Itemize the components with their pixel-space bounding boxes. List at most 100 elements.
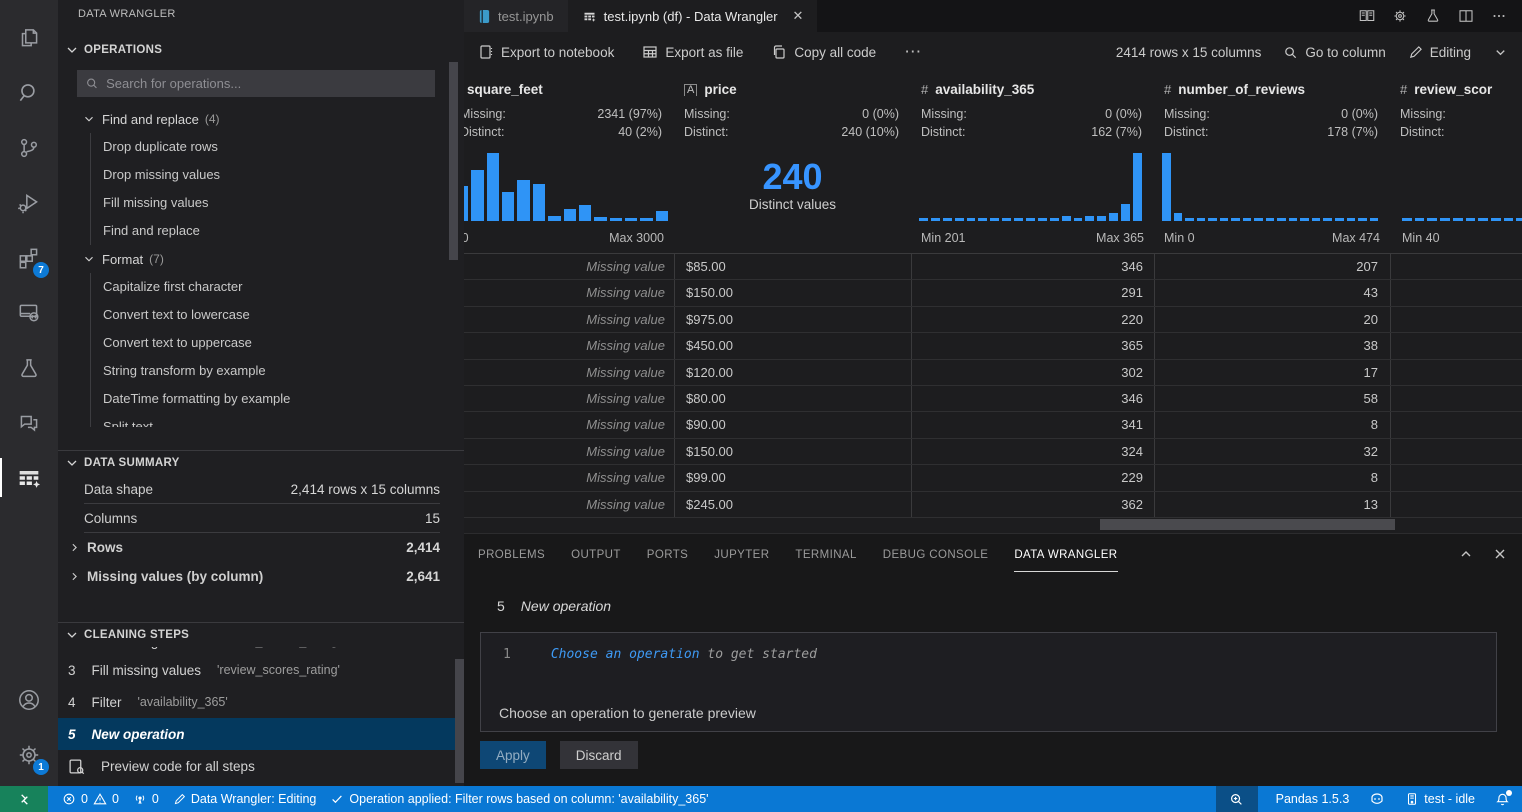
- testing-beaker-icon[interactable]: [0, 340, 58, 395]
- grid-cell[interactable]: [1390, 333, 1522, 358]
- copy-all-code-button[interactable]: Copy all code: [771, 44, 876, 60]
- tab-test-ipynb[interactable]: test.ipynb: [464, 0, 568, 32]
- remote-explorer-icon[interactable]: [0, 285, 58, 340]
- grid-cell[interactable]: $975.00: [674, 307, 911, 332]
- grid-cell[interactable]: 302: [911, 360, 1154, 385]
- histogram-square-feet[interactable]: [464, 153, 668, 221]
- cleaning-steps-header[interactable]: CLEANING STEPS: [58, 623, 464, 647]
- split-editor-icon[interactable]: [1457, 7, 1475, 25]
- zoom-indicator[interactable]: [1216, 786, 1258, 812]
- histogram-number-of-reviews[interactable]: [1162, 153, 1378, 221]
- account-icon[interactable]: [0, 672, 58, 727]
- operations-search[interactable]: [77, 70, 435, 97]
- grid-cell[interactable]: $150.00: [674, 439, 911, 464]
- data-wrangler-icon[interactable]: [0, 450, 58, 505]
- grid-cell[interactable]: 38: [1154, 333, 1390, 358]
- preview-code-button[interactable]: Preview code for all steps: [58, 750, 464, 782]
- grid-cell[interactable]: 8: [1154, 465, 1390, 490]
- grid-cell[interactable]: Missing value: [464, 254, 674, 279]
- sidebar-scrollbar[interactable]: [449, 62, 458, 260]
- run-debug-icon[interactable]: [0, 175, 58, 230]
- copilot-status[interactable]: [1369, 791, 1385, 807]
- column-header-number-of-reviews[interactable]: #number_of_reviews Missing:0 (0%) Distin…: [1154, 72, 1390, 253]
- pandas-version-status[interactable]: Pandas 1.5.3: [1276, 792, 1350, 806]
- grid-cell[interactable]: 43: [1154, 280, 1390, 305]
- horizontal-scrollbar[interactable]: [1100, 519, 1395, 530]
- grid-cell[interactable]: $90.00: [674, 412, 911, 437]
- grid-cell[interactable]: 13: [1154, 492, 1390, 517]
- cleaning-step-3[interactable]: 3 Fill missing values 'review_scores_rat…: [58, 654, 464, 686]
- operations-header[interactable]: OPERATIONS: [58, 38, 464, 62]
- grid-cell[interactable]: Missing value: [464, 280, 674, 305]
- operation-item[interactable]: String transform by example: [58, 357, 464, 385]
- choose-operation-link[interactable]: Choose an operation: [551, 647, 700, 662]
- grid-cell[interactable]: Missing value: [464, 333, 674, 358]
- cleaning-step-5-selected[interactable]: 5 New operation: [58, 718, 464, 750]
- kernel-status[interactable]: test - idle: [1405, 792, 1475, 806]
- grid-cell[interactable]: 291: [911, 280, 1154, 305]
- close-tab-icon[interactable]: ✕: [793, 8, 804, 24]
- tab-ports[interactable]: PORTS: [647, 537, 688, 571]
- operation-item[interactable]: Split text: [58, 413, 464, 427]
- cleaning-step-4[interactable]: 4 Filter 'availability_365': [58, 686, 464, 718]
- grid-cell[interactable]: Missing value: [464, 360, 674, 385]
- operation-item[interactable]: DateTime formatting by example: [58, 385, 464, 413]
- grid-cell[interactable]: [1390, 307, 1522, 332]
- beaker-icon[interactable]: [1424, 7, 1442, 25]
- toolbar-more-button[interactable]: ⋯: [904, 42, 921, 62]
- tab-debug-console[interactable]: DEBUG CONSOLE: [883, 537, 989, 571]
- operation-applied-status[interactable]: Operation applied: Filter rows based on …: [330, 792, 708, 806]
- settings-gear-icon[interactable]: 1: [0, 727, 58, 782]
- discard-button[interactable]: Discard: [560, 741, 638, 769]
- histogram-availability-365[interactable]: [919, 153, 1142, 221]
- grid-cell[interactable]: $450.00: [674, 333, 911, 358]
- close-panel-icon[interactable]: [1492, 546, 1508, 562]
- tab-data-wrangler-panel[interactable]: DATA WRANGLER: [1014, 537, 1117, 572]
- operation-item[interactable]: Convert text to uppercase: [58, 329, 464, 357]
- notifications-bell[interactable]: [1495, 792, 1510, 807]
- search-input[interactable]: [106, 76, 427, 91]
- ports-status[interactable]: 0: [133, 792, 159, 806]
- chevron-down-icon[interactable]: [1493, 45, 1508, 60]
- grid-cell[interactable]: $85.00: [674, 254, 911, 279]
- operation-item[interactable]: Find and replace: [58, 217, 464, 245]
- grid-cell[interactable]: 362: [911, 492, 1154, 517]
- operation-code-box[interactable]: 1 Choose an operation to get started Cho…: [480, 632, 1497, 732]
- operation-item[interactable]: Drop duplicate rows: [58, 133, 464, 161]
- chevron-up-icon[interactable]: [1458, 546, 1474, 562]
- tab-data-wrangler[interactable]: test.ipynb (df) - Data Wrangler ✕: [568, 0, 818, 32]
- column-header-square-feet[interactable]: square_feet Missing:2341 (97%) Distinct:…: [464, 72, 674, 253]
- grid-cell[interactable]: [1390, 360, 1522, 385]
- column-header-price[interactable]: Aprice Missing:0 (0%) Distinct:240 (10%)…: [674, 72, 911, 253]
- grid-cell[interactable]: Missing value: [464, 386, 674, 411]
- tab-terminal[interactable]: TERMINAL: [795, 537, 856, 571]
- grid-cell[interactable]: $150.00: [674, 280, 911, 305]
- gear-icon[interactable]: [1391, 7, 1409, 25]
- operation-item[interactable]: Capitalize first character: [58, 273, 464, 301]
- column-header-review-scores[interactable]: #review_scor Missing: Distinct: Min 40: [1390, 72, 1522, 253]
- grid-cell[interactable]: Missing value: [464, 307, 674, 332]
- grid-cell[interactable]: 324: [911, 439, 1154, 464]
- editing-mode-button[interactable]: Editing: [1408, 45, 1471, 60]
- apply-button[interactable]: Apply: [480, 741, 546, 769]
- operation-item[interactable]: Fill missing values: [58, 189, 464, 217]
- comments-icon[interactable]: [0, 395, 58, 450]
- grid-cell[interactable]: 8: [1154, 412, 1390, 437]
- grid-cell[interactable]: 229: [911, 465, 1154, 490]
- grid-cell[interactable]: 346: [911, 254, 1154, 279]
- grid-cell[interactable]: [1390, 492, 1522, 517]
- summary-row-rows[interactable]: Rows 2,414: [68, 533, 440, 562]
- cleaning-scrollbar[interactable]: [455, 659, 464, 783]
- grid-cell[interactable]: [1390, 412, 1522, 437]
- source-control-icon[interactable]: [0, 120, 58, 175]
- data-summary-header[interactable]: DATA SUMMARY: [58, 451, 464, 475]
- operation-item[interactable]: Drop missing values: [58, 161, 464, 189]
- grid-cell[interactable]: Missing value: [464, 492, 674, 517]
- grid-cell[interactable]: 17: [1154, 360, 1390, 385]
- grid-cell[interactable]: $99.00: [674, 465, 911, 490]
- export-to-notebook-button[interactable]: Export to notebook: [478, 44, 614, 60]
- grid-cell[interactable]: Missing value: [464, 439, 674, 464]
- grid-cell[interactable]: 32: [1154, 439, 1390, 464]
- go-to-column-button[interactable]: Go to column: [1283, 45, 1385, 60]
- grid-cell[interactable]: 58: [1154, 386, 1390, 411]
